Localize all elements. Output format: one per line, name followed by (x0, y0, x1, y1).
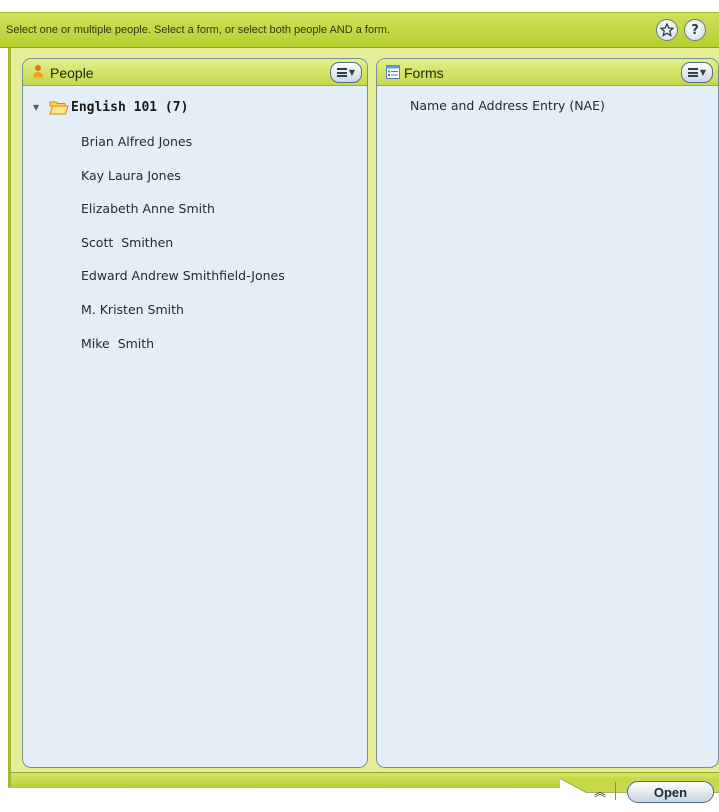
expand-arrow-icon[interactable]: ▼ (33, 103, 47, 112)
person-item[interactable]: M. Kristen Smith (81, 302, 184, 320)
forms-panel: Forms ▼ Name and Address Entry (NAE) (376, 58, 719, 768)
open-button[interactable]: Open (627, 781, 714, 803)
person-item[interactable]: Scott Smithen (81, 235, 173, 253)
help-button[interactable]: ? (684, 19, 706, 41)
person-icon (33, 65, 43, 79)
forms-panel-title: Forms (404, 65, 444, 81)
list-menu-icon (336, 68, 347, 77)
main-frame: People ▼ ▼ English 101 (7) Brian Alfred … (8, 48, 719, 772)
favorite-button[interactable] (656, 19, 678, 41)
forms-panel-header: Forms ▼ (377, 59, 718, 86)
people-menu-button[interactable]: ▼ (330, 62, 362, 83)
folder-open-icon (49, 101, 69, 114)
form-item[interactable]: Name and Address Entry (NAE) (410, 98, 605, 116)
person-item[interactable]: Brian Alfred Jones (81, 134, 192, 152)
question-icon: ? (691, 22, 699, 38)
list-menu-icon (687, 68, 698, 77)
instruction-text: Select one or multiple people. Select a … (6, 24, 390, 36)
forms-menu-button[interactable]: ▼ (681, 62, 713, 83)
people-panel: People ▼ ▼ English 101 (7) Brian Alfred … (22, 58, 368, 768)
divider (615, 782, 616, 800)
person-item[interactable]: Kay Laura Jones (81, 168, 181, 186)
people-panel-header: People ▼ (23, 59, 367, 86)
person-item[interactable]: Elizabeth Anne Smith (81, 201, 215, 219)
caret-down-icon: ▼ (699, 68, 707, 77)
caret-down-icon: ▼ (348, 68, 356, 77)
person-item[interactable]: Edward Andrew Smithfield-Jones (81, 268, 285, 286)
people-panel-title: People (50, 65, 94, 81)
instruction-bar: Select one or multiple people. Select a … (0, 12, 719, 48)
group-label: English 101 (7) (71, 99, 189, 115)
person-item[interactable]: Mike Smith (81, 336, 154, 354)
collapse-button[interactable]: ︽ (588, 781, 612, 801)
form-icon (386, 65, 400, 79)
group-english-101[interactable]: ▼ English 101 (7) (33, 98, 188, 116)
star-icon (660, 23, 674, 37)
double-chevron-up-icon: ︽ (593, 784, 606, 799)
